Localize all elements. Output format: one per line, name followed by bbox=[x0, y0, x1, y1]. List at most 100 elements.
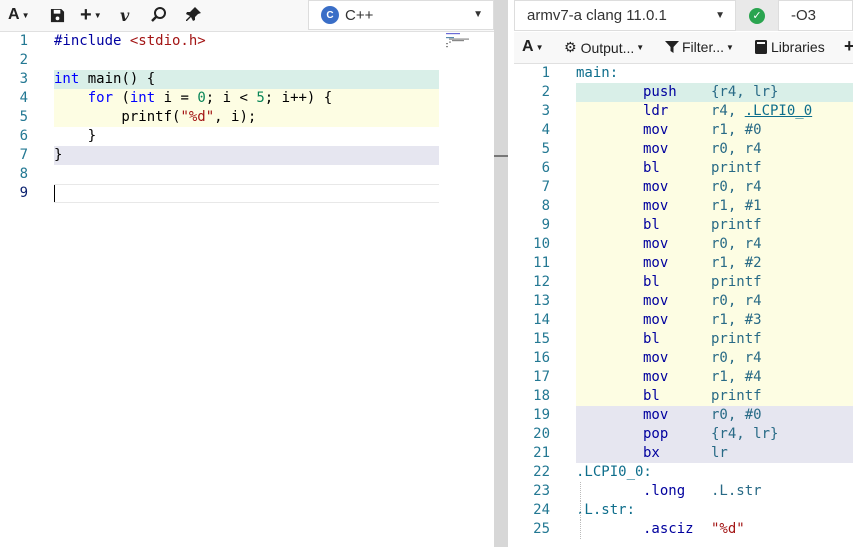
output-label: Output... bbox=[580, 39, 635, 56]
chevron-down-icon: ▼ bbox=[715, 10, 725, 21]
asm-line: 6 bl printf bbox=[514, 159, 853, 178]
asm-args: r0, r4 bbox=[711, 236, 762, 252]
code-text: ; i < bbox=[205, 90, 257, 106]
code-editor[interactable]: 1 #include <stdio.h> 2 3 int main() { 4 … bbox=[0, 32, 494, 547]
line-number: 13 bbox=[533, 293, 550, 309]
line-number: 21 bbox=[533, 445, 550, 461]
line-code: int main() { bbox=[54, 70, 155, 89]
asm-line: 13 mov r0, r4 bbox=[514, 292, 853, 311]
indent-guide bbox=[580, 520, 581, 539]
asm-operands: r1, #1 bbox=[711, 197, 762, 216]
asm-opcode: pop bbox=[643, 426, 669, 442]
asm-args: "%d" bbox=[711, 521, 745, 537]
libraries-button[interactable]: Libraries bbox=[755, 39, 825, 55]
font-size-button[interactable]: A ▼ bbox=[8, 4, 29, 26]
font-size-label: A bbox=[8, 6, 20, 23]
asm-line: 23 .long .L.str bbox=[514, 482, 853, 501]
asm-operands: {r4, lr} bbox=[711, 425, 778, 444]
filter-menu-button[interactable]: Filter... ▼ bbox=[665, 39, 734, 55]
language-select[interactable]: C C++ ▼ bbox=[308, 0, 494, 30]
chevron-down-icon: ▼ bbox=[726, 42, 734, 52]
line-number: 6 bbox=[541, 160, 550, 176]
line-number: 11 bbox=[533, 255, 550, 271]
code-text: main() { bbox=[79, 71, 156, 87]
asm-line: 1 main: bbox=[514, 64, 853, 83]
line-number: 23 bbox=[533, 483, 550, 499]
editor-line: 1 #include <stdio.h> bbox=[0, 32, 494, 51]
asm-args: lr bbox=[711, 445, 728, 461]
asm-operands: r0, r4 bbox=[711, 178, 762, 197]
splitter-grip[interactable] bbox=[494, 155, 508, 157]
asm-operands: printf bbox=[711, 216, 762, 235]
asm-args: printf bbox=[711, 274, 762, 290]
asm-line: 4 mov r1, #0 bbox=[514, 121, 853, 140]
assembly-output[interactable]: 1 main: 2 push {r4, lr} 3 ldr r4, .LCPI0_0 4 mov r… bbox=[514, 64, 853, 547]
search-button[interactable] bbox=[150, 4, 168, 26]
asm-line: 17 mov r1, #4 bbox=[514, 368, 853, 387]
chevron-down-icon: ▼ bbox=[535, 42, 544, 52]
cpp-logo-icon: C bbox=[321, 6, 339, 24]
line-number: 2 bbox=[541, 84, 550, 100]
line-number: 5 bbox=[541, 141, 550, 157]
output-menu-button[interactable]: ⚙ Output... ▼ bbox=[564, 39, 644, 56]
line-number: 18 bbox=[533, 388, 550, 404]
compiler-pane: armv7-a clang 11.0.1 ▼ ✓ -O3 A ▼ ⚙ Output… bbox=[514, 0, 853, 547]
line-number: 22 bbox=[533, 464, 550, 480]
asm-opcode: mov bbox=[643, 141, 669, 157]
asm-operands: r0, r4 bbox=[711, 235, 762, 254]
libraries-label: Libraries bbox=[771, 39, 825, 55]
asm-opcode: mov bbox=[643, 407, 669, 423]
save-button[interactable] bbox=[50, 4, 65, 26]
pane-splitter[interactable] bbox=[494, 0, 508, 547]
add-tool-button[interactable]: + bbox=[844, 36, 853, 57]
asm-line: 9 bl printf bbox=[514, 216, 853, 235]
compiler-select[interactable]: armv7-a clang 11.0.1 ▼ bbox=[514, 0, 736, 31]
asm-label-link[interactable]: .LCPI0_0 bbox=[745, 103, 812, 119]
asm-line: 15 bl printf bbox=[514, 330, 853, 349]
asm-opcode: ldr bbox=[643, 103, 669, 119]
add-pane-button[interactable]: + ▼ bbox=[80, 4, 102, 26]
asm-opcode: bl bbox=[643, 160, 660, 176]
compiler-options-input[interactable]: -O3 bbox=[778, 0, 853, 31]
line-number: 4 bbox=[19, 90, 28, 106]
book-icon bbox=[755, 40, 767, 54]
asm-opcode: bl bbox=[643, 388, 660, 404]
line-number: 5 bbox=[19, 109, 28, 125]
editor-toolbar: A ▼ + ▼ v C C++ ▼ bbox=[0, 0, 494, 32]
code-text: } bbox=[54, 128, 97, 144]
editor-line: 5 printf("%d", i); bbox=[0, 108, 494, 127]
number-literal: 5 bbox=[256, 90, 265, 106]
asm-line: 12 bl printf bbox=[514, 273, 853, 292]
line-highlight bbox=[54, 146, 439, 165]
compile-status[interactable]: ✓ bbox=[736, 0, 778, 31]
minimap[interactable] bbox=[446, 33, 490, 53]
line-number: 16 bbox=[533, 350, 550, 366]
font-size-button[interactable]: A ▼ bbox=[522, 38, 543, 56]
pin-button[interactable] bbox=[184, 4, 202, 26]
asm-line: 19 mov r0, #0 bbox=[514, 406, 853, 425]
language-label: C++ bbox=[345, 6, 374, 24]
asm-args: r0, r4 bbox=[711, 293, 762, 309]
asm-args: r0, r4 bbox=[711, 141, 762, 157]
filter-label: Filter... bbox=[682, 39, 725, 55]
asm-operands: r0, r4 bbox=[711, 292, 762, 311]
asm-opcode: mov bbox=[643, 255, 669, 271]
asm-operands: r1, #3 bbox=[711, 311, 762, 330]
code-text: ( bbox=[113, 90, 130, 106]
line-number: 8 bbox=[541, 198, 550, 214]
keyword: for bbox=[87, 90, 114, 106]
asm-line: 16 mov r0, r4 bbox=[514, 349, 853, 368]
asm-args: r1, #4 bbox=[711, 369, 762, 385]
vim-mode-button[interactable]: v bbox=[120, 4, 129, 26]
line-number: 3 bbox=[541, 103, 550, 119]
chevron-down-icon: ▼ bbox=[21, 10, 30, 20]
plus-icon: + bbox=[844, 36, 853, 56]
line-code: printf("%d", i); bbox=[54, 108, 256, 127]
asm-operands: r0, r4 bbox=[711, 140, 762, 159]
search-icon bbox=[151, 7, 166, 22]
check-icon: ✓ bbox=[749, 7, 765, 24]
asm-line: 10 mov r0, r4 bbox=[514, 235, 853, 254]
line-number: 20 bbox=[533, 426, 550, 442]
asm-label: .L.str: bbox=[576, 502, 636, 518]
